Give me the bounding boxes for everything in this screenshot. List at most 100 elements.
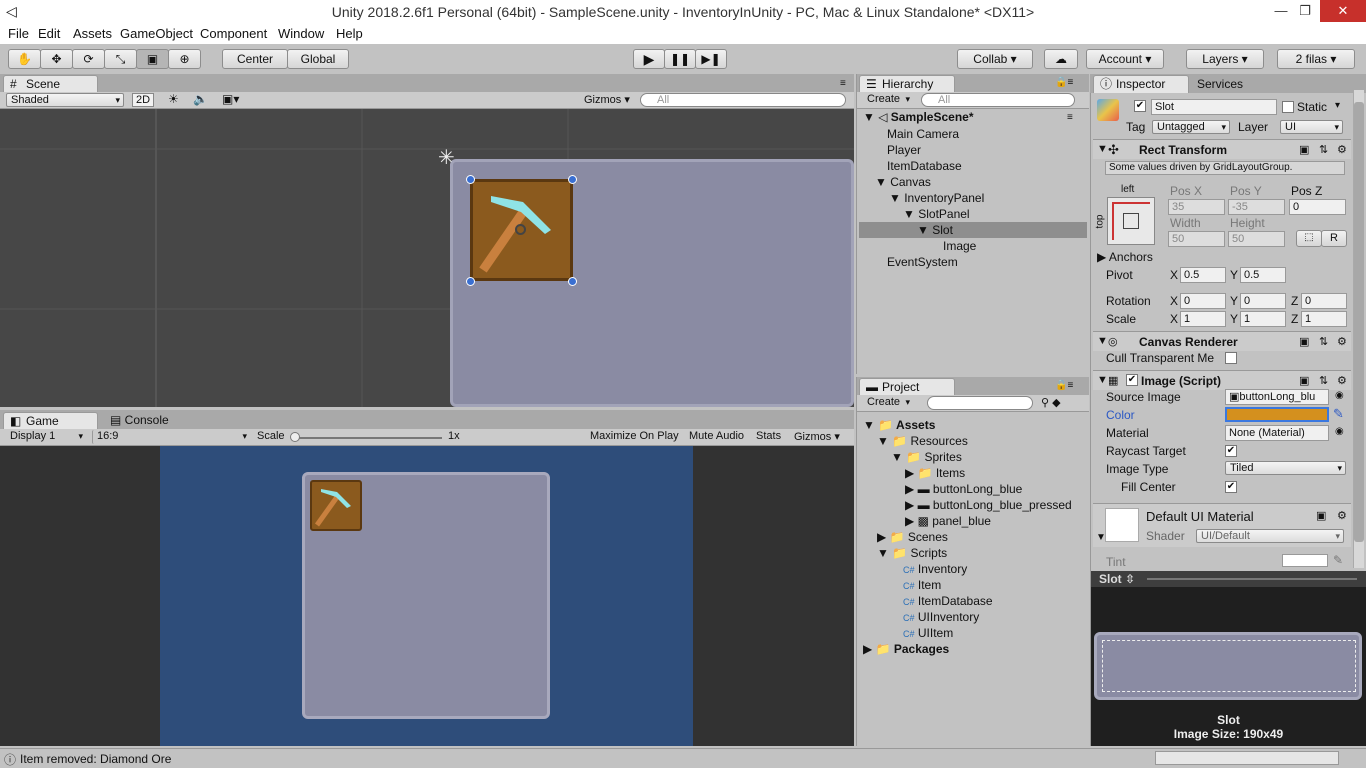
- settings-gear-icon[interactable]: ⚙: [1337, 143, 1347, 156]
- transform-tool-icon[interactable]: ⊕: [168, 49, 201, 69]
- project-assets[interactable]: ▼ 📁 Assets: [863, 418, 935, 432]
- move-tool-icon[interactable]: ✥: [40, 49, 73, 69]
- shading-dropdown[interactable]: Shaded: [6, 93, 124, 107]
- menu-window[interactable]: Window: [278, 26, 324, 41]
- project-scenes[interactable]: ▶ 📁 Scenes: [877, 530, 948, 544]
- project-create-dropdown[interactable]: Create: [863, 396, 913, 410]
- gizmos-dropdown[interactable]: Gizmos ▾: [584, 93, 630, 106]
- rect-handle-tl[interactable]: [466, 175, 475, 184]
- preset-icon[interactable]: ⇅: [1319, 335, 1328, 348]
- preset-icon[interactable]: ⇅: [1319, 143, 1328, 156]
- layout-dropdown[interactable]: 2 filas ▾: [1277, 49, 1355, 69]
- static-dropdown-icon[interactable]: ▾: [1335, 100, 1340, 111]
- canvas-renderer-header[interactable]: ▼ ◎ Canvas Renderer ▣ ⇅ ⚙: [1093, 331, 1351, 351]
- material-gear-icon[interactable]: ⚙: [1337, 509, 1347, 522]
- menu-component[interactable]: Component: [200, 26, 267, 41]
- game-gizmos-dropdown[interactable]: Gizmos ▾: [794, 430, 840, 443]
- object-picker-icon[interactable]: ◉: [1335, 390, 1344, 401]
- settings-gear-icon[interactable]: ⚙: [1337, 374, 1347, 387]
- project-sprites[interactable]: ▼ 📁 Sprites: [891, 450, 962, 464]
- project-scripts[interactable]: ▼ 📁 Scripts: [877, 546, 947, 560]
- project-packages[interactable]: ▶ 📁 Packages: [863, 642, 949, 656]
- hierarchy-search-input[interactable]: All: [921, 93, 1075, 107]
- scale-x-field[interactable]: 1: [1180, 311, 1226, 327]
- hierarchy-item-slotpanel[interactable]: ▼ SlotPanel: [903, 207, 970, 221]
- project-sprite-buttonlong-pressed[interactable]: ▶ ▬ buttonLong_blue_pressed: [905, 498, 1072, 512]
- rect-handle-br[interactable]: [568, 277, 577, 286]
- help-icon[interactable]: ▣: [1299, 143, 1309, 156]
- scale-z-field[interactable]: 1: [1301, 311, 1347, 327]
- step-icon[interactable]: ▶❚: [695, 49, 727, 69]
- scene-menu-icon[interactable]: ≡: [1067, 112, 1073, 123]
- posz-field[interactable]: 0: [1289, 199, 1346, 215]
- inspector-scroll-thumb[interactable]: [1354, 102, 1364, 542]
- tab-services[interactable]: Services: [1197, 77, 1243, 91]
- rotate-tool-icon[interactable]: ⟳: [72, 49, 105, 69]
- menu-help[interactable]: Help: [336, 26, 363, 41]
- project-search-input[interactable]: [927, 396, 1033, 410]
- image-enabled-checkbox[interactable]: ✔: [1126, 374, 1138, 386]
- maximize-on-play-toggle[interactable]: Maximize On Play: [590, 430, 679, 442]
- static-checkbox[interactable]: [1282, 101, 1294, 113]
- menu-edit[interactable]: Edit: [38, 26, 60, 41]
- object-name-field[interactable]: Slot: [1151, 99, 1277, 115]
- pause-icon[interactable]: ❚❚: [664, 49, 696, 69]
- foldout-arrow-icon[interactable]: ▼: [1097, 335, 1108, 347]
- tab-game[interactable]: ◧ Game: [3, 412, 98, 430]
- hierarchy-item-inventorypanel[interactable]: ▼ InventoryPanel: [889, 191, 984, 205]
- rect-handle-tr[interactable]: [568, 175, 577, 184]
- game-viewport[interactable]: [0, 446, 854, 746]
- material-foldout-icon[interactable]: ▼: [1096, 532, 1106, 543]
- inspector-scrollbar[interactable]: [1353, 90, 1364, 568]
- lock-icon[interactable]: 🔒≡: [1055, 77, 1073, 88]
- project-lock-icon[interactable]: 🔒≡: [1055, 380, 1073, 391]
- layers-dropdown[interactable]: Layers ▾: [1186, 49, 1264, 69]
- project-items[interactable]: ▶ 📁 Items: [905, 466, 965, 480]
- project-script[interactable]: C# Item: [903, 578, 941, 592]
- preset-icon[interactable]: ⇅: [1319, 374, 1328, 387]
- pivot-y-field[interactable]: 0.5: [1240, 267, 1286, 283]
- tint-eyedropper-icon[interactable]: ✎: [1333, 553, 1343, 567]
- lighting-icon[interactable]: ☀: [168, 92, 179, 106]
- project-resources[interactable]: ▼ 📁 Resources: [877, 434, 968, 448]
- account-dropdown[interactable]: Account ▾: [1086, 49, 1164, 69]
- close-icon[interactable]: ✕: [1320, 0, 1366, 22]
- hierarchy-item-canvas[interactable]: ▼ Canvas: [875, 175, 931, 189]
- panel-menu-icon[interactable]: ≡: [840, 78, 846, 89]
- project-script[interactable]: C# ItemDatabase: [903, 594, 993, 608]
- anchor-preset-button[interactable]: [1107, 197, 1155, 245]
- project-script[interactable]: C# Inventory: [903, 562, 967, 576]
- rotation-z-field[interactable]: 0: [1301, 293, 1347, 309]
- active-checkbox[interactable]: ✔: [1134, 100, 1146, 112]
- hand-tool-icon[interactable]: ✋: [8, 49, 41, 69]
- fill-center-checkbox[interactable]: ✔: [1225, 481, 1237, 493]
- project-sprite-panel[interactable]: ▶ ▩ panel_blue: [905, 514, 991, 528]
- help-icon[interactable]: ▣: [1299, 335, 1309, 348]
- rotation-x-field[interactable]: 0: [1180, 293, 1226, 309]
- menu-gameobject[interactable]: GameObject: [120, 26, 193, 41]
- scale-slider-track[interactable]: [292, 437, 442, 439]
- scene-viewport[interactable]: ✳: [0, 109, 854, 407]
- anchors-foldout[interactable]: ▶ Anchors: [1097, 250, 1153, 264]
- tab-scene[interactable]: # Scene: [3, 75, 98, 93]
- 2d-toggle[interactable]: 2D: [132, 93, 154, 107]
- display-dropdown[interactable]: Display 1: [6, 430, 86, 444]
- menu-file[interactable]: File: [8, 26, 29, 41]
- status-bar[interactable]: ⓘ Item removed: Diamond Ore: [0, 748, 1366, 768]
- rect-handle-bl[interactable]: [466, 277, 475, 286]
- audio-icon[interactable]: 🔈: [193, 92, 208, 106]
- tag-dropdown[interactable]: Untagged: [1152, 120, 1230, 134]
- image-type-dropdown[interactable]: Tiled: [1225, 461, 1346, 475]
- layer-dropdown[interactable]: UI: [1280, 120, 1343, 134]
- tint-swatch[interactable]: [1282, 554, 1328, 567]
- hierarchy-item[interactable]: Main Camera: [887, 127, 959, 141]
- slot-pivot-handle[interactable]: [515, 224, 526, 235]
- source-image-field[interactable]: ▣buttonLong_blu: [1225, 389, 1329, 405]
- foldout-arrow-icon[interactable]: ▼: [1097, 374, 1108, 386]
- tab-project[interactable]: ▬ Project: [859, 378, 955, 396]
- eyedropper-icon[interactable]: ✎: [1333, 406, 1344, 422]
- rect-transform-header[interactable]: ▼ ✣ Rect Transform ▣ ⇅ ⚙: [1093, 139, 1351, 159]
- blueprint-icon[interactable]: ⬚: [1296, 230, 1322, 247]
- project-sprite-buttonlong[interactable]: ▶ ▬ buttonLong_blue: [905, 482, 1022, 496]
- menu-assets[interactable]: Assets: [73, 26, 112, 41]
